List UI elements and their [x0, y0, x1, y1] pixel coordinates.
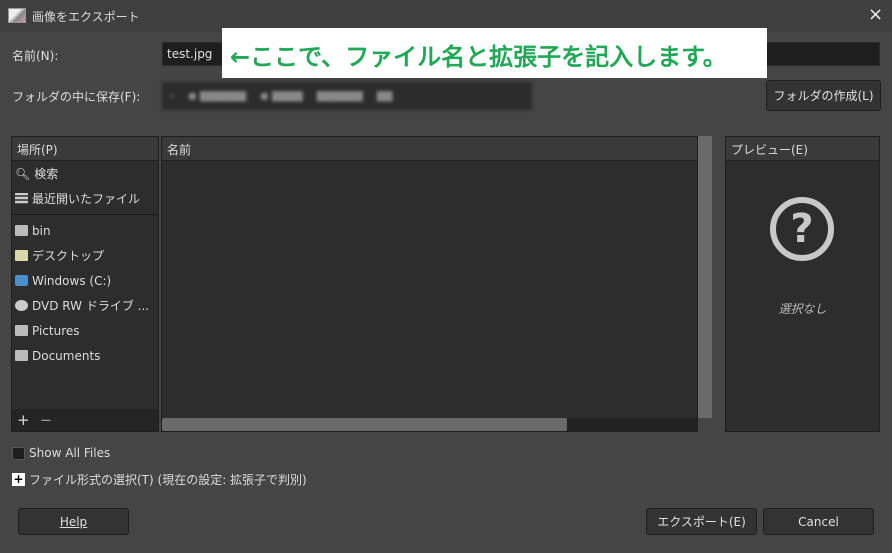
place-documents[interactable]: Documents: [12, 343, 158, 368]
preview-panel: プレビュー(E) ? 選択なし: [725, 136, 880, 432]
scrollbar-thumb[interactable]: [162, 418, 567, 431]
preview-header: プレビュー(E): [726, 137, 879, 161]
remove-place-button[interactable]: −: [40, 411, 53, 429]
search-icon: 🔍︎: [15, 166, 31, 181]
folder-icon: [15, 325, 28, 336]
place-recent[interactable]: 最近開いたファイル: [12, 186, 158, 211]
expand-icon[interactable]: +: [12, 473, 25, 486]
place-pictures[interactable]: Pictures: [12, 318, 158, 343]
vertical-scrollbar[interactable]: [698, 136, 712, 418]
recent-icon: [15, 193, 28, 204]
add-place-button[interactable]: +: [17, 411, 30, 429]
file-type-expander[interactable]: + ファイル形式の選択(T) (現在の設定: 拡張子で判別): [12, 471, 307, 488]
question-icon: ?: [770, 197, 834, 261]
breadcrumb[interactable]: ‹ ● ▇▇▇▇▇▇ ● ▇▇▇▇ ▇▇▇▇▇▇ ▇▇: [162, 82, 532, 110]
folder-label: フォルダの中に保存(F):: [12, 90, 141, 104]
folder-icon: [15, 250, 28, 261]
file-list[interactable]: 名前: [161, 136, 698, 432]
place-windows-c[interactable]: Windows (C:): [12, 268, 158, 293]
folder-icon: [15, 225, 28, 236]
divider: [12, 214, 158, 215]
help-button[interactable]: Help: [18, 508, 129, 535]
places-panel: 場所(P) 🔍︎ 検索 最近開いたファイル bin デスクトップ Windows …: [11, 136, 159, 432]
app-icon: [8, 8, 26, 23]
places-header[interactable]: 場所(P): [12, 137, 158, 161]
drive-icon: [15, 275, 28, 286]
horizontal-scrollbar[interactable]: [162, 418, 697, 431]
show-all-files-checkbox[interactable]: Show All Files: [12, 446, 110, 460]
window-title: 画像をエクスポート: [32, 10, 140, 24]
annotation-callout: ←ここで、ファイル名と拡張子を記入します。: [222, 28, 767, 78]
folder-icon: [15, 350, 28, 361]
place-search[interactable]: 🔍︎ 検索: [12, 161, 158, 186]
close-icon[interactable]: ×: [868, 4, 883, 25]
place-dvd[interactable]: DVD RW ドライブ ...: [12, 293, 158, 318]
place-bin[interactable]: bin: [12, 218, 158, 243]
export-button[interactable]: エクスポート(E): [646, 508, 757, 535]
place-desktop[interactable]: デスクトップ: [12, 243, 158, 268]
cancel-button[interactable]: Cancel: [763, 508, 874, 535]
column-header-name[interactable]: 名前: [162, 137, 697, 161]
name-label: 名前(N):: [12, 49, 59, 63]
create-folder-button[interactable]: フォルダの作成(L): [766, 80, 881, 111]
preview-empty-text: 選択なし: [778, 302, 827, 316]
checkbox[interactable]: [12, 446, 25, 460]
dvd-icon: [15, 300, 28, 311]
